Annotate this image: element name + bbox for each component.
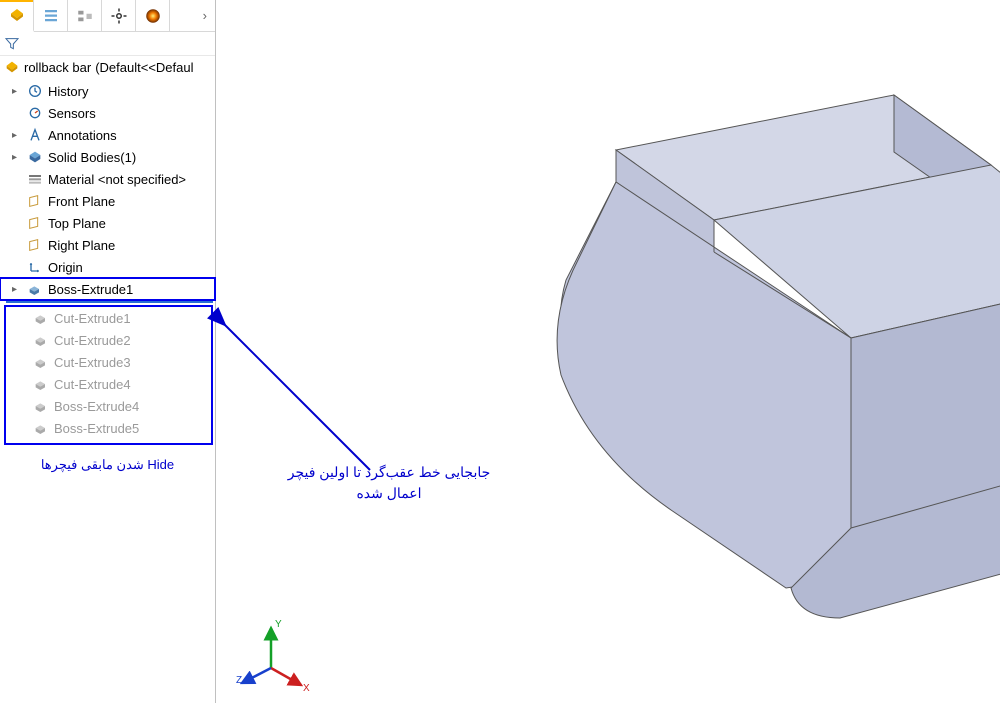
tree-item-history[interactable]: ▸ History <box>0 80 215 102</box>
root-name: rollback bar <box>24 60 91 75</box>
tree-label: Material <not specified> <box>48 172 186 187</box>
tab-configuration[interactable] <box>68 0 102 32</box>
root-suffix: (Default<<Defaul <box>95 60 193 75</box>
feature-tree-sidebar: › rollback bar (Default<<Defaul ▸ Histor… <box>0 0 216 703</box>
tree-item-cut-extrude3[interactable]: Cut-Extrude3 <box>6 351 211 373</box>
filter-row <box>0 32 215 56</box>
tree-item-boss-extrude4[interactable]: Boss-Extrude4 <box>6 395 211 417</box>
tree-label: Front Plane <box>48 194 115 209</box>
appearance-icon <box>144 7 162 25</box>
tree-label: History <box>48 84 88 99</box>
orientation-triad[interactable]: Y X Z <box>236 613 316 693</box>
axis-x-label: X <box>303 683 310 693</box>
sensors-icon <box>26 104 44 122</box>
tree-label: Cut-Extrude3 <box>54 355 131 370</box>
tree-label: Boss-Extrude1 <box>48 282 133 297</box>
plane-icon <box>26 236 44 254</box>
tree-label: Solid Bodies(1) <box>48 150 136 165</box>
tree-label: Cut-Extrude1 <box>54 311 131 326</box>
expand-arrow-icon[interactable]: ▸ <box>12 284 22 295</box>
annotation-hide-text: Hide شدن مابقی فیچرها <box>0 457 215 473</box>
tree-label: Sensors <box>48 106 96 121</box>
tree-item-cut-extrude1[interactable]: Cut-Extrude1 <box>6 307 211 329</box>
tree-item-boss-extrude1[interactable]: ▸ Boss-Extrude1 <box>0 278 215 300</box>
tree-item-right-plane[interactable]: Right Plane <box>0 234 215 256</box>
tree-label: Top Plane <box>48 216 106 231</box>
tree-label: Cut-Extrude2 <box>54 333 131 348</box>
tree-label: Origin <box>48 260 83 275</box>
model-viewport[interactable]: Y X Z <box>216 0 1000 703</box>
tree-item-material[interactable]: Material <not specified> <box>0 168 215 190</box>
tree-label: Cut-Extrude4 <box>54 377 131 392</box>
axis-y-label: Y <box>275 619 282 630</box>
origin-icon <box>26 258 44 276</box>
material-icon <box>26 170 44 188</box>
tree-item-cut-extrude4[interactable]: Cut-Extrude4 <box>6 373 211 395</box>
boss-extrude-icon <box>26 280 44 298</box>
axis-z-label: Z <box>236 675 242 686</box>
plane-icon <box>26 214 44 232</box>
tree-item-solid-bodies[interactable]: ▸ Solid Bodies(1) <box>0 146 215 168</box>
cut-extrude-icon <box>32 353 50 371</box>
annotation-arrow-text: جابجایی خط عقب‌گرد تا اولین فیچر اعمال ش… <box>274 462 504 504</box>
solid-bodies-icon <box>26 148 44 166</box>
cut-extrude-icon <box>32 309 50 327</box>
tree-item-sensors[interactable]: Sensors <box>0 102 215 124</box>
tree-label: Boss-Extrude5 <box>54 421 139 436</box>
list-icon <box>42 7 60 25</box>
part-icon <box>4 59 20 75</box>
suppressed-features-box: Cut-Extrude1 Cut-Extrude2 Cut-Extrude3 C… <box>4 305 213 445</box>
tree-root[interactable]: rollback bar (Default<<Defaul <box>0 56 215 78</box>
tree-item-origin[interactable]: Origin <box>0 256 215 278</box>
annotations-icon <box>26 126 44 144</box>
boss-extrude-icon <box>32 397 50 415</box>
plane-icon <box>26 192 44 210</box>
cut-extrude-icon <box>32 375 50 393</box>
assembly-icon <box>8 6 26 24</box>
tree-label: Right Plane <box>48 238 115 253</box>
expand-arrow-icon[interactable]: ▸ <box>12 86 22 97</box>
panel-tab-row: › <box>0 0 215 32</box>
boss-extrude-icon <box>32 419 50 437</box>
tab-dimxpert[interactable] <box>102 0 136 32</box>
tree-item-top-plane[interactable]: Top Plane <box>0 212 215 234</box>
tree-item-front-plane[interactable]: Front Plane <box>0 190 215 212</box>
tab-feature-tree[interactable] <box>0 0 34 32</box>
config-icon <box>76 7 94 25</box>
tree-label: Boss-Extrude4 <box>54 399 139 414</box>
tree-item-cut-extrude2[interactable]: Cut-Extrude2 <box>6 329 211 351</box>
feature-tree: ▸ History Sensors ▸ Annotations ▸ Solid … <box>0 78 215 473</box>
tab-display[interactable] <box>136 0 170 32</box>
tab-property-manager[interactable] <box>34 0 68 32</box>
target-icon <box>110 7 128 25</box>
history-icon <box>26 82 44 100</box>
expand-arrow-icon[interactable]: ▸ <box>12 130 22 141</box>
model-3d[interactable] <box>506 90 1000 620</box>
cut-extrude-icon <box>32 331 50 349</box>
tree-item-annotations[interactable]: ▸ Annotations <box>0 124 215 146</box>
expand-arrow-icon[interactable]: ▸ <box>12 152 22 163</box>
rollback-bar[interactable] <box>6 300 213 303</box>
tree-label: Annotations <box>48 128 117 143</box>
tree-item-boss-extrude5[interactable]: Boss-Extrude5 <box>6 417 211 439</box>
tab-overflow[interactable]: › <box>195 8 215 23</box>
funnel-icon[interactable] <box>4 36 20 52</box>
